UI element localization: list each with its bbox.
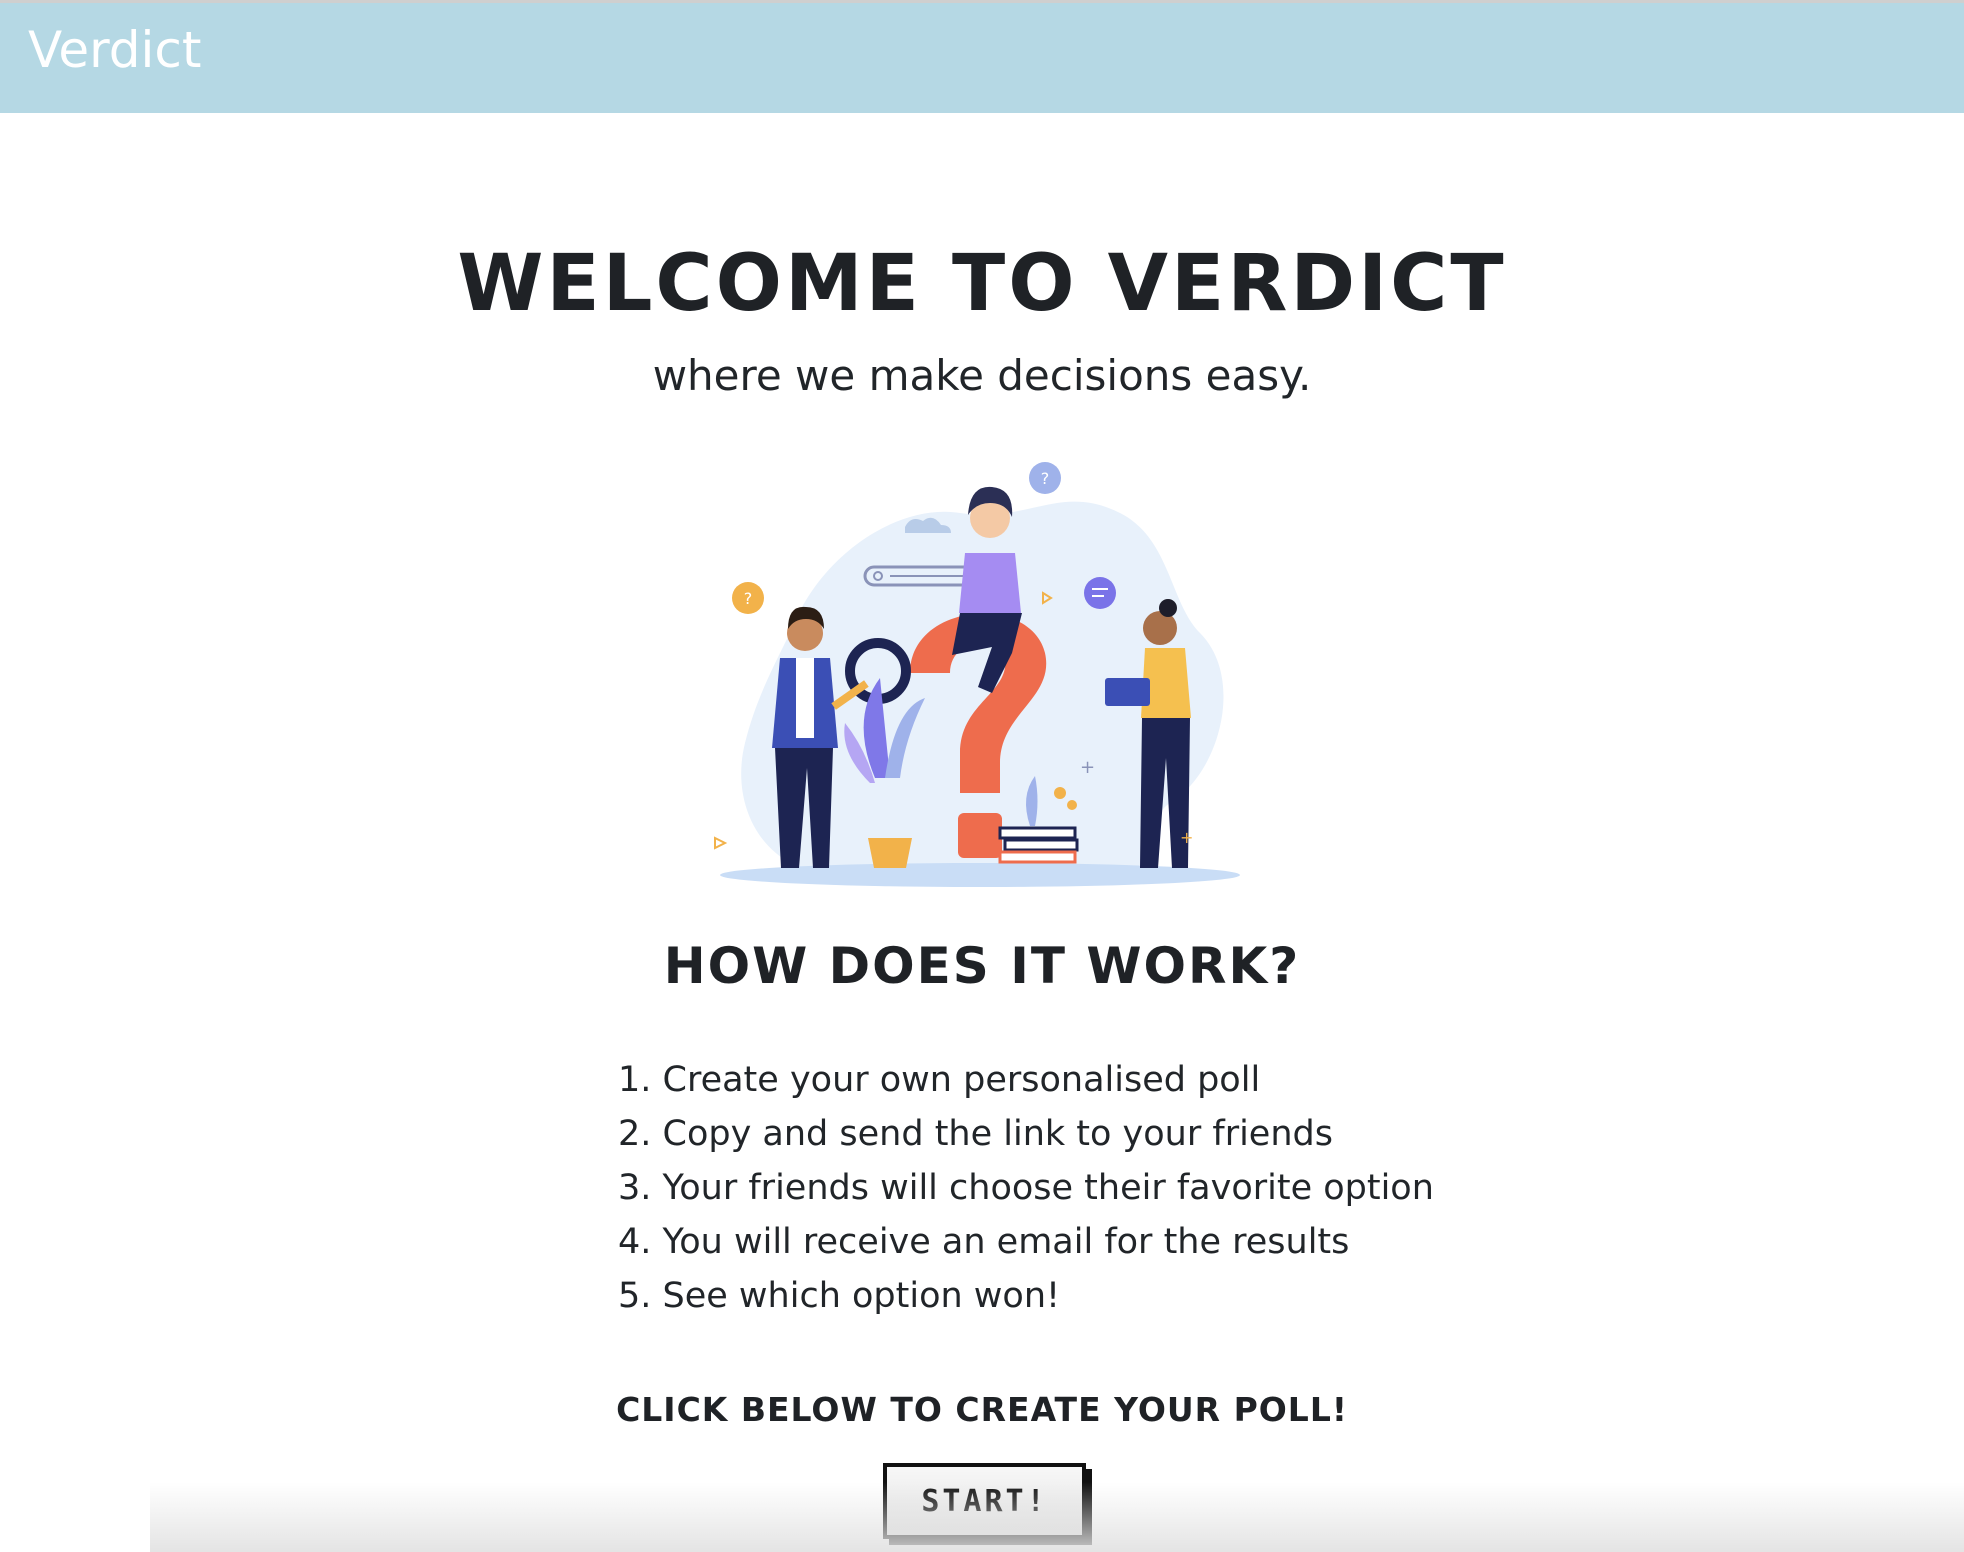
- page-subtitle: where we make decisions easy.: [652, 351, 1312, 400]
- page-title: Welcome to Verdict: [457, 239, 1507, 329]
- step-item: 2. Copy and send the link to your friend…: [618, 1114, 1333, 1154]
- brand-link[interactable]: Verdict: [28, 25, 202, 75]
- main-content: Welcome to Verdict where we make decisio…: [0, 113, 1964, 1552]
- steps-list: 1. Create your own personalised poll 2. …: [618, 1053, 1434, 1323]
- start-button[interactable]: Start!: [883, 1463, 1086, 1539]
- svg-text:+: +: [1180, 828, 1193, 847]
- step-item: 3. Your friends will choose their favori…: [618, 1168, 1434, 1208]
- how-it-works-heading: How does it work?: [663, 937, 1301, 995]
- step-item: 5. See which option won!: [618, 1276, 1061, 1316]
- browser-viewport: Verdict Welcome to Verdict where we make…: [0, 0, 1964, 1552]
- svg-text:?: ?: [744, 589, 753, 608]
- people-with-question-mark-illustration: ? ? + +: [714, 462, 1240, 887]
- step-item: 1. Create your own personalised poll: [618, 1060, 1261, 1100]
- cta-text: Click below to create your poll!: [616, 1390, 1348, 1429]
- navbar: Verdict: [0, 3, 1964, 113]
- step-item: 4. You will receive an email for the res…: [618, 1222, 1350, 1262]
- svg-text:?: ?: [1041, 469, 1050, 488]
- svg-text:+: +: [1080, 757, 1095, 778]
